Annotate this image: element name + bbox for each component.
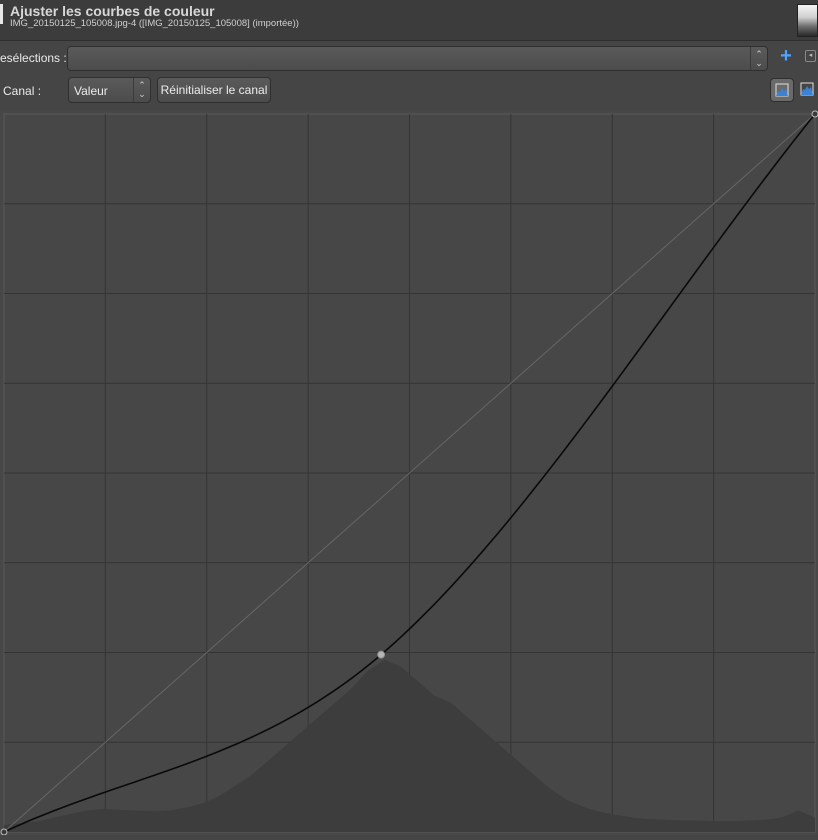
panel-header: Ajuster les courbes de couleur IMG_20150… — [0, 0, 818, 41]
presets-row: esélections : ⌃ ⌄ + ◂ — [0, 43, 818, 73]
plus-icon[interactable]: + — [778, 46, 794, 66]
select-arrows-icon: ⌃ ⌄ — [750, 47, 767, 70]
presets-select[interactable]: ⌃ ⌄ — [67, 46, 768, 71]
image-thumbnail — [797, 4, 818, 37]
panel-header-marker — [0, 4, 3, 24]
channel-label: Canal : — [3, 84, 42, 98]
linear-histogram-icon[interactable] — [770, 78, 794, 102]
curve-control-point[interactable] — [0, 828, 8, 836]
logarithmic-histogram-icon[interactable] — [796, 78, 818, 102]
curve-editor[interactable] — [0, 110, 818, 836]
presets-label: esélections : — [0, 51, 67, 65]
curve-graph[interactable] — [0, 110, 818, 836]
channel-select[interactable]: Valeur ⌃ ⌄ — [68, 77, 151, 103]
reset-channel-button[interactable]: Réinitialiser le canal — [157, 77, 271, 103]
panel-title: Ajuster les courbes de couleur — [10, 3, 215, 19]
channel-value: Valeur — [74, 84, 108, 98]
curve-control-point[interactable] — [377, 650, 386, 659]
channel-row: Canal : Valeur ⌃ ⌄ Réinitialiser le canal — [0, 76, 818, 106]
curve-control-point[interactable] — [811, 110, 818, 118]
image-subtitle: IMG_20150125_105008.jpg-4 ([IMG_20150125… — [10, 18, 299, 29]
select-arrows-icon: ⌃ ⌄ — [133, 78, 150, 102]
panel-menu-icon[interactable]: ◂ — [805, 50, 816, 62]
